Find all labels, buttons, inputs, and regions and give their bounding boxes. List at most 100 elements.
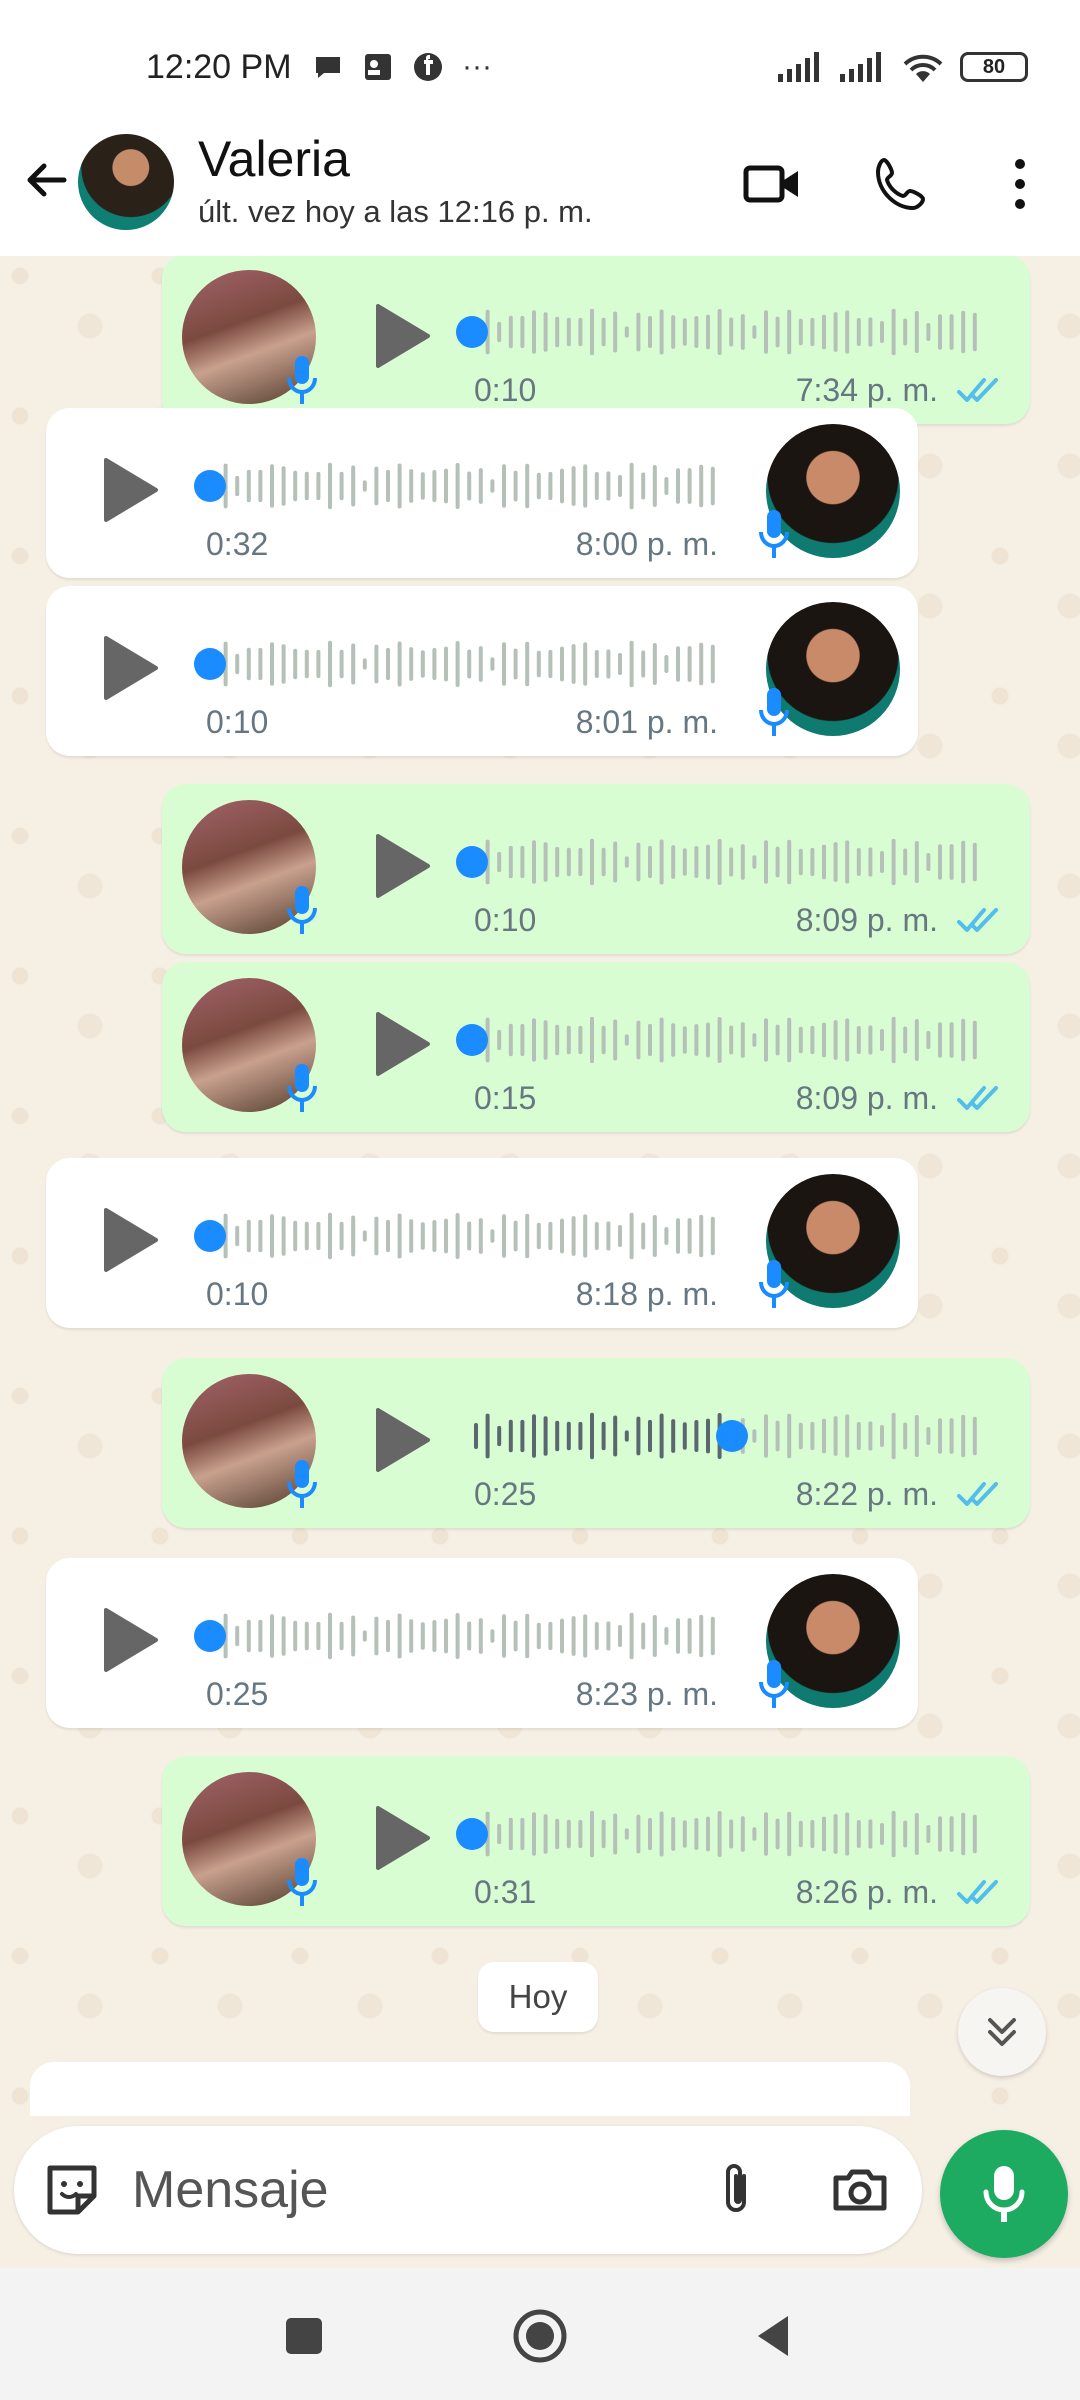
- wifi-icon: [903, 54, 943, 82]
- waveform[interactable]: [452, 302, 992, 362]
- voice-duration: 0:31: [474, 1874, 537, 1910]
- play-icon[interactable]: [100, 454, 160, 526]
- message-time: 8:23 p. m.: [575, 1676, 718, 1712]
- incoming-voice-message[interactable]: 0:25 8:23 p. m.: [46, 1558, 918, 1728]
- chevron-double-down-icon: [988, 2018, 1016, 2046]
- outgoing-voice-message[interactable]: 0:10 8:09 p. m.: [162, 784, 1030, 954]
- voice-duration: 0:25: [206, 1676, 269, 1712]
- read-receipt-icon: [957, 1880, 998, 1904]
- voice-note-mic-icon: [759, 1660, 789, 1708]
- signal-icon: [778, 52, 819, 82]
- home-icon[interactable]: [508, 2304, 572, 2368]
- play-icon[interactable]: [372, 1802, 432, 1874]
- back-arrow-icon[interactable]: [18, 152, 74, 208]
- message-time: 8:09 p. m.: [795, 902, 938, 938]
- play-icon[interactable]: [372, 300, 432, 372]
- message-input[interactable]: [132, 2150, 692, 2230]
- waveform[interactable]: [452, 1804, 992, 1864]
- outgoing-voice-message[interactable]: 0:31 8:26 p. m.: [162, 1756, 1030, 1926]
- more-options-icon[interactable]: [988, 152, 1052, 216]
- date-separator: Hoy: [478, 1962, 598, 2032]
- waveform[interactable]: [452, 832, 992, 892]
- voice-note-mic-icon: [759, 1260, 789, 1308]
- facebook-icon: [414, 53, 442, 81]
- contact-card-icon: [365, 54, 391, 80]
- video-call-icon[interactable]: [740, 152, 804, 216]
- playback-scrubber: [456, 1818, 488, 1850]
- chat-header: Valeria últ. vez hoy a las 12:16 p. m.: [0, 130, 1080, 256]
- partial-message-bubble: [30, 2062, 910, 2116]
- read-receipt-icon: [957, 1482, 998, 1506]
- waveform[interactable]: [452, 1406, 992, 1466]
- voice-duration: 0:10: [474, 372, 537, 408]
- voice-note-mic-icon: [759, 510, 789, 558]
- playback-scrubber: [194, 648, 226, 680]
- voice-note-mic-icon: [287, 886, 317, 934]
- play-icon[interactable]: [100, 1604, 160, 1676]
- play-icon[interactable]: [372, 830, 432, 902]
- system-status: 80: [776, 50, 1028, 84]
- play-icon[interactable]: [100, 632, 160, 704]
- waveform[interactable]: [190, 456, 730, 516]
- playback-scrubber: [194, 1620, 226, 1652]
- incoming-voice-message[interactable]: 0:32 8:00 p. m.: [46, 408, 918, 578]
- message-time: 8:09 p. m.: [795, 1080, 938, 1116]
- recent-apps-icon[interactable]: [272, 2304, 336, 2368]
- read-receipt-icon: [957, 908, 998, 932]
- attachment-clip-icon[interactable]: [704, 2158, 768, 2222]
- scroll-to-bottom-button[interactable]: [958, 1988, 1046, 2076]
- outgoing-voice-message[interactable]: 0:15 8:09 p. m.: [162, 962, 1030, 1132]
- camera-icon[interactable]: [828, 2158, 892, 2222]
- contact-name[interactable]: Valeria: [198, 130, 350, 188]
- record-voice-button[interactable]: [940, 2130, 1068, 2258]
- notification-icons: ···: [312, 50, 492, 84]
- voice-duration: 0:10: [206, 704, 269, 740]
- playback-scrubber: [194, 470, 226, 502]
- chat-bubble-icon: [316, 57, 340, 78]
- incoming-voice-message[interactable]: 0:10 8:01 p. m.: [46, 586, 918, 756]
- signal-icon-2: [840, 52, 881, 82]
- play-icon[interactable]: [372, 1404, 432, 1476]
- contact-avatar[interactable]: [78, 134, 174, 230]
- battery-indicator: 80: [960, 52, 1028, 82]
- back-nav-icon[interactable]: [744, 2304, 808, 2368]
- chat-messages-area[interactable]: 0:10 7:34 p. m. 0:32 8:00 p. m. 0:10 8:01 p. …: [0, 256, 1080, 2116]
- microphone-icon: [983, 2166, 1025, 2222]
- sticker-icon[interactable]: [40, 2158, 104, 2222]
- message-time: 8:00 p. m.: [575, 526, 718, 562]
- incoming-voice-message[interactable]: 0:10 8:18 p. m.: [46, 1158, 918, 1328]
- voice-note-mic-icon: [759, 688, 789, 736]
- waveform[interactable]: [190, 1206, 730, 1266]
- voice-duration: 0:15: [474, 1080, 537, 1116]
- message-time: 8:26 p. m.: [795, 1874, 938, 1910]
- outgoing-voice-message[interactable]: 0:10 7:34 p. m.: [162, 256, 1030, 424]
- more-notifications-indicator: ···: [462, 50, 492, 83]
- voice-note-mic-icon: [287, 1064, 317, 1112]
- playback-scrubber: [456, 316, 488, 348]
- read-receipt-icon: [957, 1086, 998, 1110]
- last-seen-status[interactable]: últ. vez hoy a las 12:16 p. m.: [198, 194, 593, 230]
- play-icon[interactable]: [100, 1204, 160, 1276]
- playback-scrubber: [194, 1220, 226, 1252]
- voice-duration: 0:10: [474, 902, 537, 938]
- waveform[interactable]: [190, 634, 730, 694]
- playback-scrubber: [456, 1024, 488, 1056]
- status-time: 12:20 PM: [146, 48, 292, 86]
- voice-call-icon[interactable]: [870, 152, 934, 216]
- voice-note-mic-icon: [287, 356, 317, 404]
- message-time: 8:18 p. m.: [575, 1276, 718, 1312]
- voice-duration: 0:10: [206, 1276, 269, 1312]
- voice-duration: 0:32: [206, 526, 269, 562]
- message-time: 8:01 p. m.: [575, 704, 718, 740]
- voice-note-mic-icon: [287, 1460, 317, 1508]
- status-bar: 12:20 PM ··· 80: [0, 0, 1080, 130]
- system-navigation-bar: [0, 2268, 1080, 2400]
- waveform[interactable]: [190, 1606, 730, 1666]
- waveform[interactable]: [452, 1010, 992, 1070]
- message-time: 7:34 p. m.: [795, 372, 938, 408]
- outgoing-voice-message[interactable]: 0:25 8:22 p. m.: [162, 1358, 1030, 1528]
- play-icon[interactable]: [372, 1008, 432, 1080]
- message-composer: [14, 2126, 922, 2254]
- playback-scrubber: [456, 846, 488, 878]
- voice-duration: 0:25: [474, 1476, 537, 1512]
